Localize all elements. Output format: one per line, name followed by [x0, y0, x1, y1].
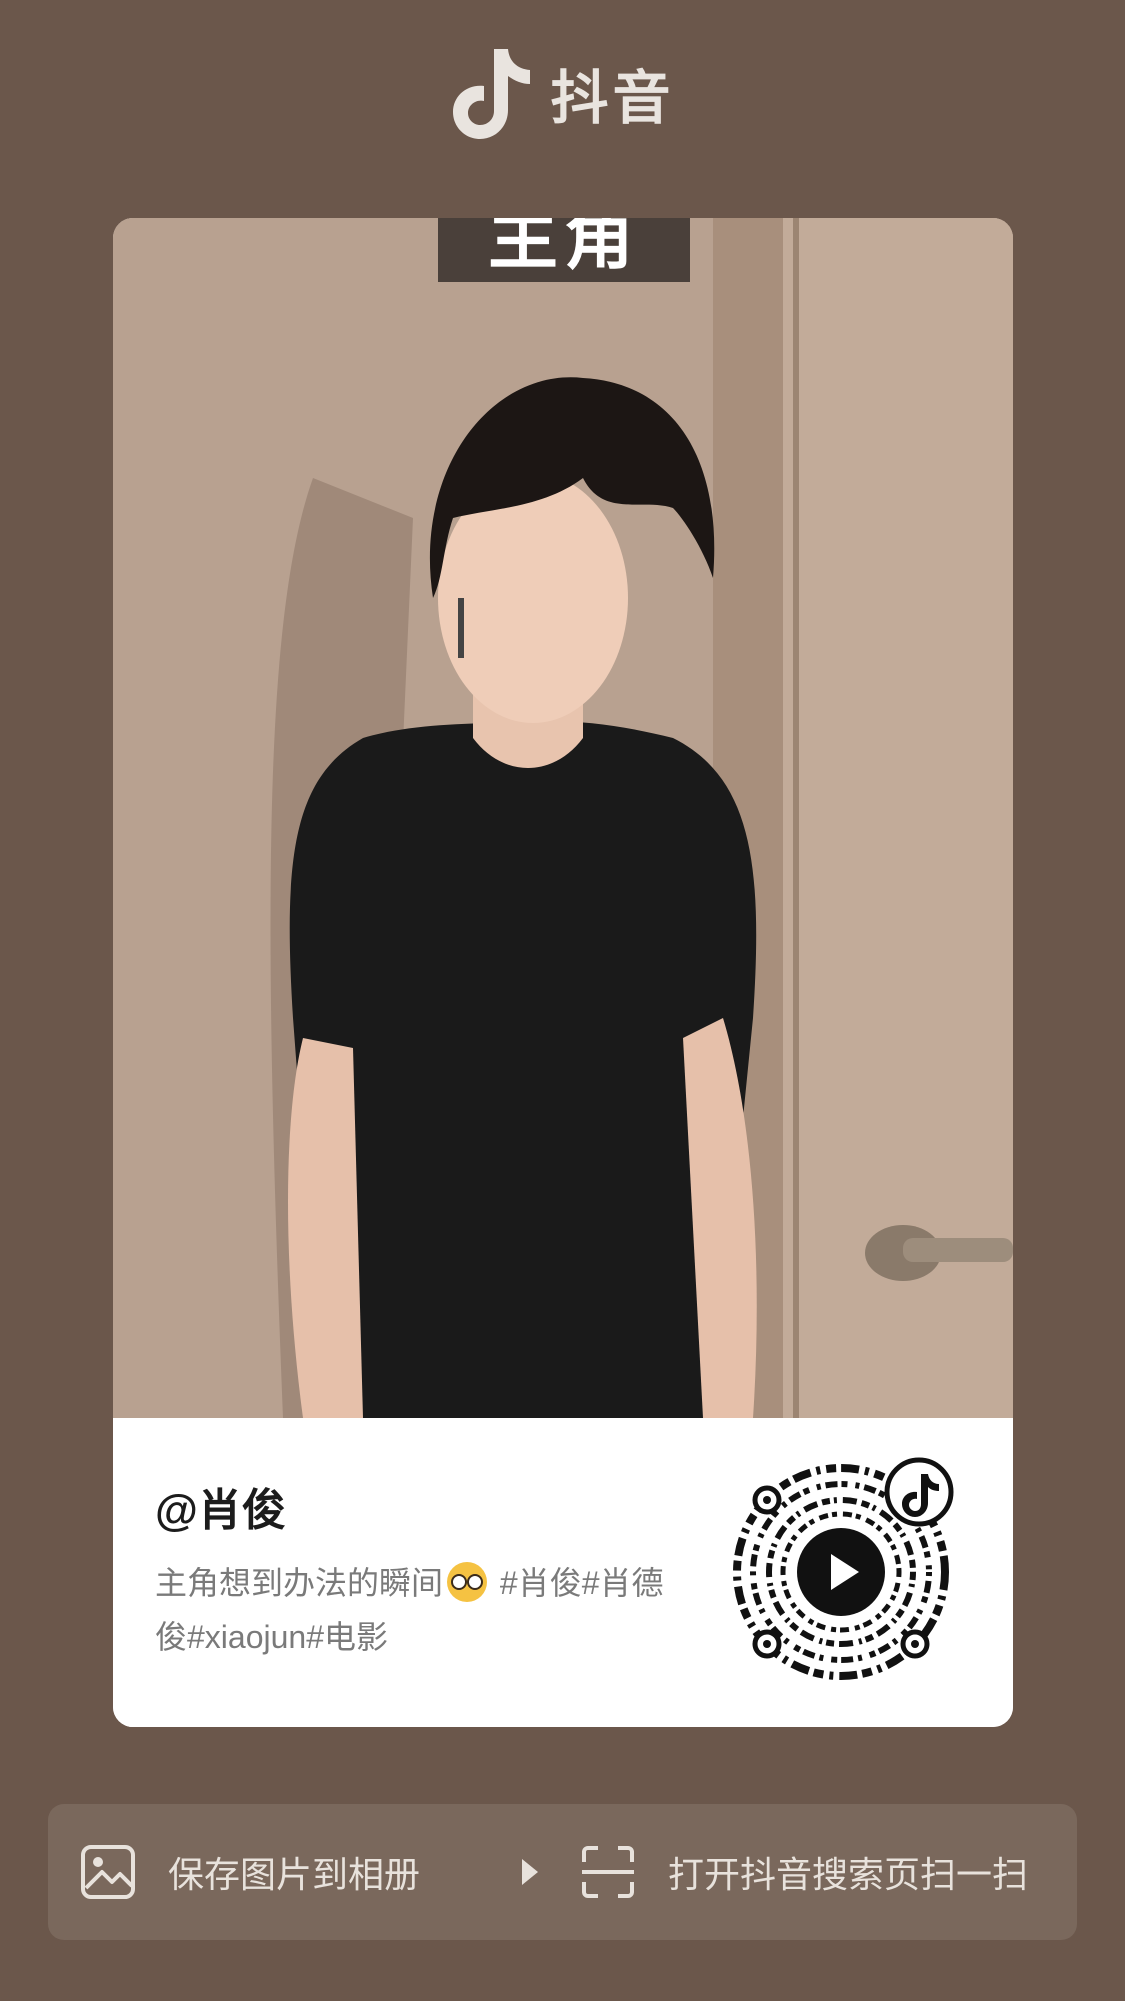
- app-header: 抖音: [0, 38, 1125, 148]
- douyin-logo-icon: [453, 49, 531, 139]
- description-text: 主角想到办法的瞬间: [155, 1565, 444, 1601]
- save-image-button[interactable]: 保存图片到相册: [48, 1804, 520, 1940]
- image-icon: [81, 1845, 135, 1899]
- open-douyin-scan-button[interactable]: 打开抖音搜索页扫一扫: [540, 1804, 1028, 1940]
- open-scan-label: 打开抖音搜索页扫一扫: [668, 1854, 1029, 1895]
- bottom-action-bar: 保存图片到相册 打开抖音搜索页扫一扫: [48, 1804, 1077, 1940]
- scan-icon: [582, 1846, 634, 1898]
- card-info: @肖俊 主角想到办法的瞬间 #肖俊#肖德俊#xiaojun#电影: [113, 1418, 1013, 1727]
- nerd-face-emoji-icon: [447, 1562, 488, 1602]
- qr-code: [733, 1457, 954, 1680]
- app-name: 抖音: [550, 66, 675, 131]
- share-card: 主角 @肖俊 主角想到办法的瞬间 #肖俊#肖德俊#xiaojun#电影: [113, 218, 1013, 1727]
- cover-caption: 主角: [438, 218, 690, 282]
- play-arrow-icon: [522, 1859, 538, 1885]
- video-description: 主角想到办法的瞬间 #肖俊#肖德俊#xiaojun#电影: [155, 1556, 675, 1664]
- video-cover-image[interactable]: 主角: [113, 218, 1013, 1418]
- cover-illustration: [113, 218, 1013, 1418]
- author-name[interactable]: @肖俊: [155, 1474, 286, 1538]
- save-image-label: 保存图片到相册: [168, 1854, 421, 1895]
